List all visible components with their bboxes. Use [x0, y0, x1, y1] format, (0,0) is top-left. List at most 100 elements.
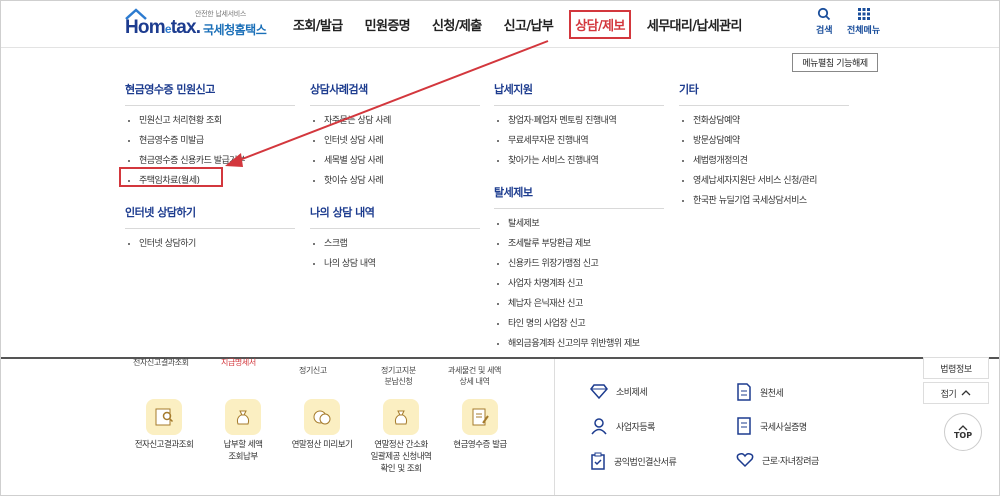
nav-filing-payment[interactable]: 신고/납부 [504, 15, 554, 34]
partial-text: 과세물건 및 세액 상세 내역 [448, 366, 502, 386]
menu-item[interactable]: 현금영수증 미발급 [125, 132, 295, 152]
service-withholding-tax[interactable]: 원천세 [736, 383, 784, 401]
menu-item[interactable]: 조세탈루 부당환급 제보 [494, 235, 664, 255]
menu-item[interactable]: 자주묻는 상담 사례 [310, 112, 480, 132]
menu-item[interactable]: 스크랩 [310, 235, 480, 255]
search-icon [818, 7, 831, 21]
scroll-top-button[interactable]: TOP [944, 413, 982, 451]
mega-menu-panel: 메뉴펼침 기능해제 현금영수증 민원신고 민원신고 처리현황 조회 현금영수증 … [1, 47, 999, 359]
service-label: 소비제세 [616, 387, 648, 398]
money-bag-icon [383, 399, 419, 435]
top-label: TOP [953, 430, 973, 440]
menu-list: 스크랩 나의 상담 내역 [310, 235, 480, 275]
law-info-button[interactable]: 법령정보 [923, 357, 989, 379]
menu-item[interactable]: 탈세제보 [494, 215, 664, 235]
menu-item[interactable]: 한국판 뉴딜기업 국세상담서비스 [679, 192, 849, 212]
menu-item[interactable]: 나의 상담 내역 [310, 255, 480, 275]
menu-list: 탈세제보 조세탈루 부당환급 제보 신용카드 위장가맹점 신고 사업자 차명계좌… [494, 215, 664, 355]
document-search-icon [146, 399, 182, 435]
section-title: 상담사례검색 [310, 81, 480, 106]
mega-col-etc: 기타 전화상담예약 방문상담예약 세법령개정의견 영세납세자지원단 서비스 신청… [679, 81, 849, 212]
menu-item[interactable]: 인터넷 상담 사례 [310, 132, 480, 152]
logo-wordmark-b: tax. [170, 17, 201, 38]
main-nav: 조회/발급 민원증명 신청/제출 신고/납부 상담/제보 세무대리/납세관리 [293, 1, 764, 47]
partial-text: 지급명세서 [221, 358, 256, 367]
mega-col-consult-cases: 상담사례검색 자주묻는 상담 사례 인터넷 상담 사례 세목별 상담 사례 핫이… [310, 81, 480, 275]
highlight-box [119, 167, 223, 187]
certificate-icon [737, 417, 751, 435]
tile-label: 연말정산 미리보기 [291, 440, 353, 450]
service-label: 근로·자녀장려금 [762, 456, 819, 467]
service-label: 원천세 [760, 388, 784, 399]
all-menu-label: 전체메뉴 [847, 26, 881, 36]
browser-frame: 안전한 납세서비스 Hometax. 국세청홈택스 조회/발급 민원증명 신청/… [0, 0, 1000, 496]
collapse-button[interactable]: 접기 [923, 382, 989, 404]
menu-item[interactable]: 신용카드 위장가맹점 신고 [494, 255, 664, 275]
tile-label: 현금영수증 발급 [453, 440, 507, 450]
service-public-corp-settlement[interactable]: 공익법인결산서류 [590, 452, 677, 470]
collapse-label: 접기 [940, 389, 957, 400]
menu-item[interactable]: 타인 명의 사업장 신고 [494, 315, 664, 335]
site-header: 안전한 납세서비스 Hometax. 국세청홈택스 조회/발급 민원증명 신청/… [1, 1, 999, 47]
coin-icon [304, 399, 340, 435]
money-bag-icon [225, 399, 261, 435]
service-tax-certificate[interactable]: 국세사실증명 [736, 417, 807, 435]
service-label: 사업자등록 [616, 422, 655, 433]
nav-consult-report[interactable]: 상담/제보 [569, 9, 631, 39]
menu-list: 인터넷 상담하기 [125, 235, 295, 255]
menu-item[interactable]: 방문상담예약 [679, 132, 849, 152]
grid-menu-icon [857, 8, 870, 20]
menu-item[interactable]: 민원신고 처리현황 조회 [125, 112, 295, 132]
page-content-below: 전자신고결과조회 지급명세서 정기신고 정기고지분 분납신청 과세물건 및 세액… [1, 358, 999, 495]
all-menu-button[interactable]: 전체메뉴 [847, 7, 880, 36]
menu-item[interactable]: 인터넷 상담하기 [125, 235, 295, 255]
menu-expand-release-button[interactable]: 메뉴펼침 기능해제 [792, 53, 878, 72]
document-icon [737, 383, 751, 401]
service-business-registration[interactable]: 사업자등록 [590, 417, 655, 435]
chevron-up-icon [961, 390, 971, 396]
partial-text: 정기고지분 분납신청 [381, 366, 416, 386]
section-title: 기타 [679, 81, 849, 106]
service-label: 국세사실증명 [760, 422, 807, 433]
nav-civil-certificates[interactable]: 민원증명 [365, 15, 411, 34]
nav-tax-agent[interactable]: 세무대리/납세관리 [647, 15, 743, 34]
section-title: 현금영수증 민원신고 [125, 81, 295, 106]
diamond-icon [590, 384, 608, 399]
partial-text: 전자신고결과조회 [133, 358, 189, 367]
menu-item[interactable]: 영세납세자지원단 서비스 신청/관리 [679, 172, 849, 192]
nav-inquiry-issuance[interactable]: 조회/발급 [293, 15, 343, 34]
tile-year-end-preview[interactable]: 연말정산 미리보기 [283, 399, 361, 451]
clipboard-icon [591, 452, 605, 470]
hometax-logo[interactable]: 안전한 납세서비스 Hometax. 국세청홈택스 [125, 7, 275, 43]
section-title: 나의 상담 내역 [310, 204, 480, 229]
menu-item[interactable]: 창업자·폐업자 멘토링 진행내역 [494, 112, 664, 132]
menu-item[interactable]: 찾아가는 서비스 진행내역 [494, 152, 664, 172]
service-earned-income-credit[interactable]: 근로·자녀장려금 [736, 452, 819, 468]
tile-year-end-simplified[interactable]: 연말정산 간소화 일괄제공 신청내역 확인 및 조회 [362, 399, 440, 475]
menu-item[interactable]: 해외금융계좌 신고의무 위반행위 제보 [494, 335, 664, 355]
tile-label: 연말정산 간소화 일괄제공 신청내역 확인 및 조회 [370, 440, 432, 474]
heart-hand-icon [736, 453, 754, 468]
menu-item[interactable]: 체납자 은닉재산 신고 [494, 295, 664, 315]
logo-wordmark-a: Hom [125, 17, 166, 38]
nav-application-submission[interactable]: 신청/제출 [432, 15, 482, 34]
section-title: 탈세제보 [494, 184, 664, 209]
search-button[interactable]: 검색 [816, 7, 833, 36]
section-title: 납세지원 [494, 81, 664, 106]
service-consumption-tax[interactable]: 소비제세 [590, 383, 648, 399]
menu-item[interactable]: 무료세무자문 진행내역 [494, 132, 664, 152]
menu-item[interactable]: 전화상담예약 [679, 112, 849, 132]
menu-item[interactable]: 핫이슈 상담 사례 [310, 172, 480, 192]
menu-item[interactable]: 세법령개정의견 [679, 152, 849, 172]
tile-e-filing-result[interactable]: 전자신고결과조회 [125, 399, 203, 451]
tile-cash-receipt-issue[interactable]: 현금영수증 발급 [441, 399, 519, 451]
tile-label: 전자신고결과조회 [134, 440, 194, 450]
user-icon [591, 418, 607, 435]
logo-korean-name: 국세청홈택스 [203, 23, 267, 37]
tile-tax-payment[interactable]: 납부할 세액 조회납부 [204, 399, 282, 463]
menu-item[interactable]: 세목별 상담 사례 [310, 152, 480, 172]
partial-text: 정기신고 [299, 366, 327, 375]
menu-item[interactable]: 사업자 차명계좌 신고 [494, 275, 664, 295]
section-title: 인터넷 상담하기 [125, 204, 295, 229]
menu-list: 창업자·폐업자 멘토링 진행내역 무료세무자문 진행내역 찾아가는 서비스 진행… [494, 112, 664, 172]
